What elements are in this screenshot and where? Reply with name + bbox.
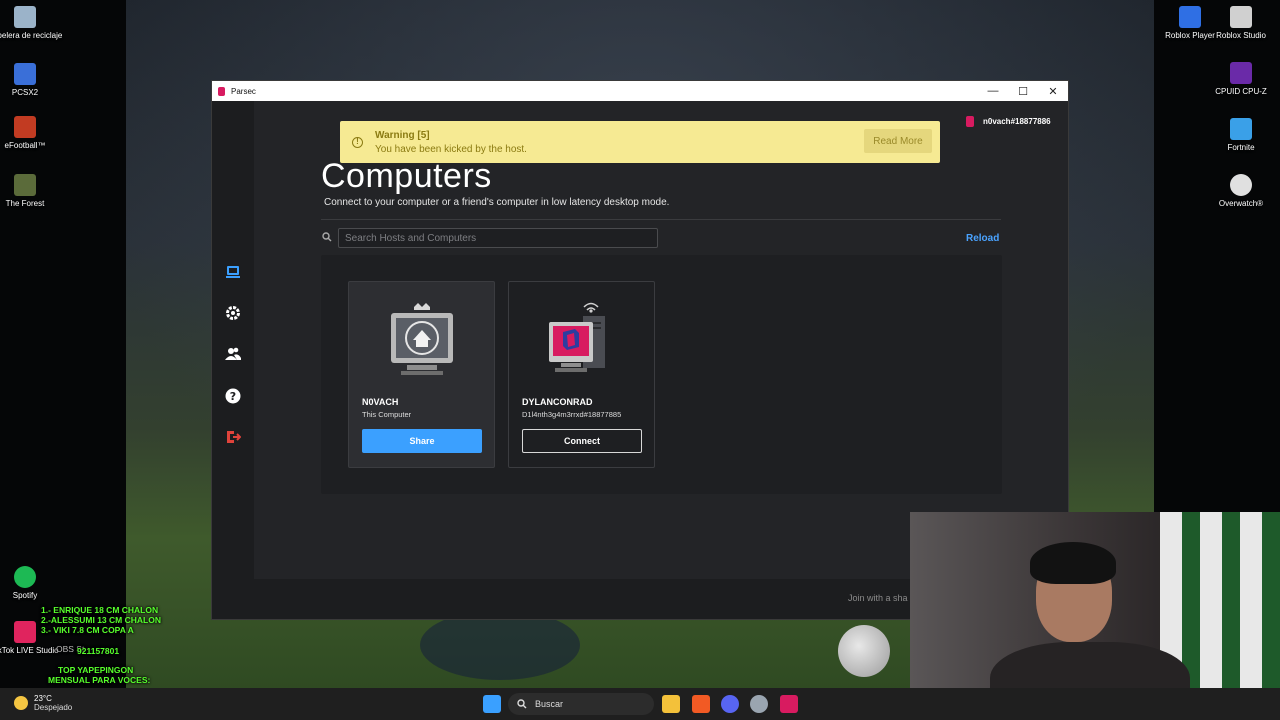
windows-start-icon[interactable] xyxy=(483,695,501,713)
the-forest-icon xyxy=(14,174,36,196)
desktop-icon-label: Fortnite xyxy=(1227,143,1255,152)
connect-button[interactable]: Connect xyxy=(522,429,642,453)
user-name: n0vach#18877886 xyxy=(983,117,1051,126)
read-more-button[interactable]: Read More xyxy=(864,129,932,153)
steam-icon[interactable] xyxy=(750,695,768,713)
warning-title: Warning [5] xyxy=(375,130,430,141)
hosts-panel: N0VACH This Computer Share DYLANCONRAD D… xyxy=(321,255,1002,494)
svg-text:?: ? xyxy=(230,390,236,403)
roblox-player-icon xyxy=(1179,6,1201,28)
maximize-button[interactable]: ☐ xyxy=(1008,81,1038,101)
host-card-remote[interactable]: DYLANCONRAD D1l4nth3g4m3rrxd#18877885 Co… xyxy=(508,281,655,468)
minimize-button[interactable]: — xyxy=(978,81,1008,101)
users-icon xyxy=(225,347,241,360)
overlay-promo-1: TOP YAPEPINGON xyxy=(58,665,134,675)
main-content: ! Warning [5] You have been kicked by th… xyxy=(254,101,1068,579)
share-button[interactable]: Share xyxy=(362,429,482,453)
sidebar-item-logout[interactable] xyxy=(222,426,244,448)
weather-desc: Despejado xyxy=(34,703,73,712)
computer-icon xyxy=(226,266,240,278)
remote-computer-icon xyxy=(549,302,605,372)
sidebar-item-help[interactable]: ? xyxy=(222,385,244,407)
overlay-promo-2: MENSUAL PARA VOCES: xyxy=(48,675,151,685)
page-subtitle: Connect to your computer or a friend's c… xyxy=(324,197,670,208)
pcsx2-icon xyxy=(14,63,36,85)
desktop-icon-label: TikTok LIVE Studio xyxy=(0,646,59,655)
recycle-bin-icon xyxy=(14,6,36,28)
tiktok-live-icon xyxy=(14,621,36,643)
search-bar xyxy=(322,228,658,248)
weather-temp: 23°C xyxy=(34,694,52,703)
roblox-studio-icon xyxy=(1230,6,1252,28)
join-with-share-text: Join with a sha xyxy=(848,593,908,603)
desktop-icon-label: The Forest xyxy=(5,199,45,208)
desktop-icon-cpuz[interactable]: CPUID CPU-Z xyxy=(1201,62,1280,96)
close-button[interactable]: ✕ xyxy=(1038,81,1068,101)
fortnite-icon xyxy=(1230,118,1252,140)
parsec-logo-icon xyxy=(218,86,225,96)
logout-icon xyxy=(227,431,241,443)
search-icon xyxy=(322,232,332,242)
desktop-icon-roblox-studio[interactable]: Roblox Studio xyxy=(1201,6,1280,40)
search-input[interactable] xyxy=(338,228,658,248)
weather-widget[interactable]: 23°C Despejado xyxy=(14,694,72,712)
webcam-person-hair xyxy=(1030,542,1116,584)
taskbar-search[interactable]: Buscar xyxy=(508,693,654,715)
host-subtitle: D1l4nth3g4m3rrxd#18877885 xyxy=(522,410,622,419)
desktop-icon-label: Overwatch® xyxy=(1218,199,1264,208)
desktop-icon-label: CPUID CPU-Z xyxy=(1215,87,1267,96)
page-title: Computers xyxy=(321,157,492,195)
desktop-icon-label: Roblox Studio xyxy=(1216,31,1266,40)
desktop-icon-pcsx2[interactable]: PCSX2 xyxy=(0,63,65,97)
spotify-icon xyxy=(14,566,36,588)
moon-icon xyxy=(14,696,28,710)
desktop-icon-efootball[interactable]: eFootball™ xyxy=(0,116,65,150)
discord-icon[interactable] xyxy=(721,695,739,713)
file-explorer-icon[interactable] xyxy=(662,695,680,713)
search-icon xyxy=(517,699,527,709)
sidebar-item-settings[interactable] xyxy=(222,302,244,324)
desktop-icon-label: eFootball™ xyxy=(4,141,46,150)
taskbar: 23°C Despejado Buscar xyxy=(0,688,1280,720)
divider xyxy=(321,219,1001,220)
sidebar-item-computers[interactable] xyxy=(222,261,244,283)
user-badge[interactable]: n0vach#18877886 xyxy=(966,116,1051,127)
desktop-icon-spotify[interactable]: Spotify xyxy=(0,566,65,600)
wallpaper-ball xyxy=(838,625,890,677)
window-controls: — ☐ ✕ xyxy=(978,81,1068,101)
overwatch-icon xyxy=(1230,174,1252,196)
host-card-self[interactable]: N0VACH This Computer Share xyxy=(348,281,495,468)
overlay-line-2: 2.-ALESSUMI 13 CM CHALON xyxy=(41,615,161,625)
desktop-icon-recycle-bin[interactable]: Papelera de reciclaje xyxy=(0,6,65,40)
desktop-icon-label: PCSX2 xyxy=(11,88,39,97)
parsec-icon[interactable] xyxy=(780,695,798,713)
window-title: Parsec xyxy=(231,86,256,96)
wallpaper-player-shadow xyxy=(420,610,580,680)
desktop-icon-label: Spotify xyxy=(12,591,38,600)
warning-message: You have been kicked by the host. xyxy=(375,144,527,155)
user-avatar-icon xyxy=(966,116,974,127)
gear-icon xyxy=(226,306,240,320)
warning-icon: ! xyxy=(352,137,363,148)
cpuz-icon xyxy=(1230,62,1252,84)
host-name: DYLANCONRAD xyxy=(522,397,593,407)
sidebar-item-friends[interactable] xyxy=(222,343,244,365)
taskbar-search-label: Buscar xyxy=(535,699,564,709)
reload-link[interactable]: Reload xyxy=(966,233,999,244)
efootball-icon xyxy=(14,116,36,138)
desktop-icon-fortnite[interactable]: Fortnite xyxy=(1201,118,1280,152)
desktop-icon-label: Papelera de reciclaje xyxy=(0,31,63,40)
desktop-icon-overwatch[interactable]: Overwatch® xyxy=(1201,174,1280,208)
sidebar: ? xyxy=(212,101,254,619)
overlay-line-3: 3.- VIKI 7.8 CM COPA A xyxy=(41,625,134,635)
overlay-number: 921157801 xyxy=(77,646,120,656)
window-titlebar[interactable]: Parsec — ☐ ✕ xyxy=(212,81,1068,101)
help-icon: ? xyxy=(225,388,241,404)
host-name: N0VACH xyxy=(362,397,399,407)
brave-icon[interactable] xyxy=(692,695,710,713)
host-subtitle: This Computer xyxy=(362,410,412,419)
desktop-icon-the-forest[interactable]: The Forest xyxy=(0,174,65,208)
overlay-line-1: 1.- ENRIQUE 18 CM CHALON xyxy=(41,605,159,615)
home-computer-icon xyxy=(391,303,453,375)
